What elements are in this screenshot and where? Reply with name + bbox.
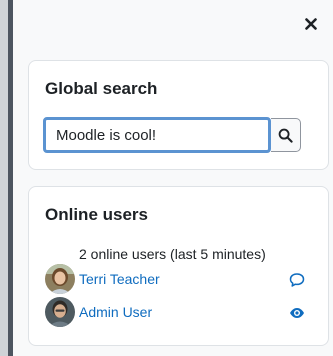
global-search-block: Global search	[28, 60, 329, 170]
search-button[interactable]	[271, 118, 301, 152]
close-drawer-button[interactable]	[298, 12, 324, 36]
search-input[interactable]	[43, 117, 271, 153]
user-photo-icon	[45, 297, 75, 327]
user-link[interactable]: Terri Teacher	[79, 271, 160, 287]
user-link[interactable]: Admin User	[79, 304, 152, 320]
page-edge	[0, 0, 8, 356]
hide-from-others-button[interactable]	[287, 303, 307, 323]
online-users-title: Online users	[45, 205, 148, 224]
block-drawer: Global search Online users 2 online user…	[0, 0, 333, 356]
avatar[interactable]	[45, 297, 75, 327]
global-search-title: Global search	[45, 79, 158, 98]
close-icon	[305, 18, 317, 30]
online-users-block: Online users 2 online users (last 5 minu…	[28, 186, 329, 346]
send-message-button[interactable]	[287, 270, 307, 290]
online-users-summary: 2 online users (last 5 minutes)	[79, 246, 266, 262]
eye-icon	[290, 308, 304, 318]
avatar[interactable]	[45, 264, 75, 294]
user-photo-icon	[45, 264, 75, 294]
list-item: Terri Teacher	[45, 264, 307, 296]
message-icon	[289, 273, 305, 287]
search-icon	[278, 128, 293, 143]
drawer-border	[8, 0, 13, 356]
list-item: Admin User	[45, 297, 307, 329]
